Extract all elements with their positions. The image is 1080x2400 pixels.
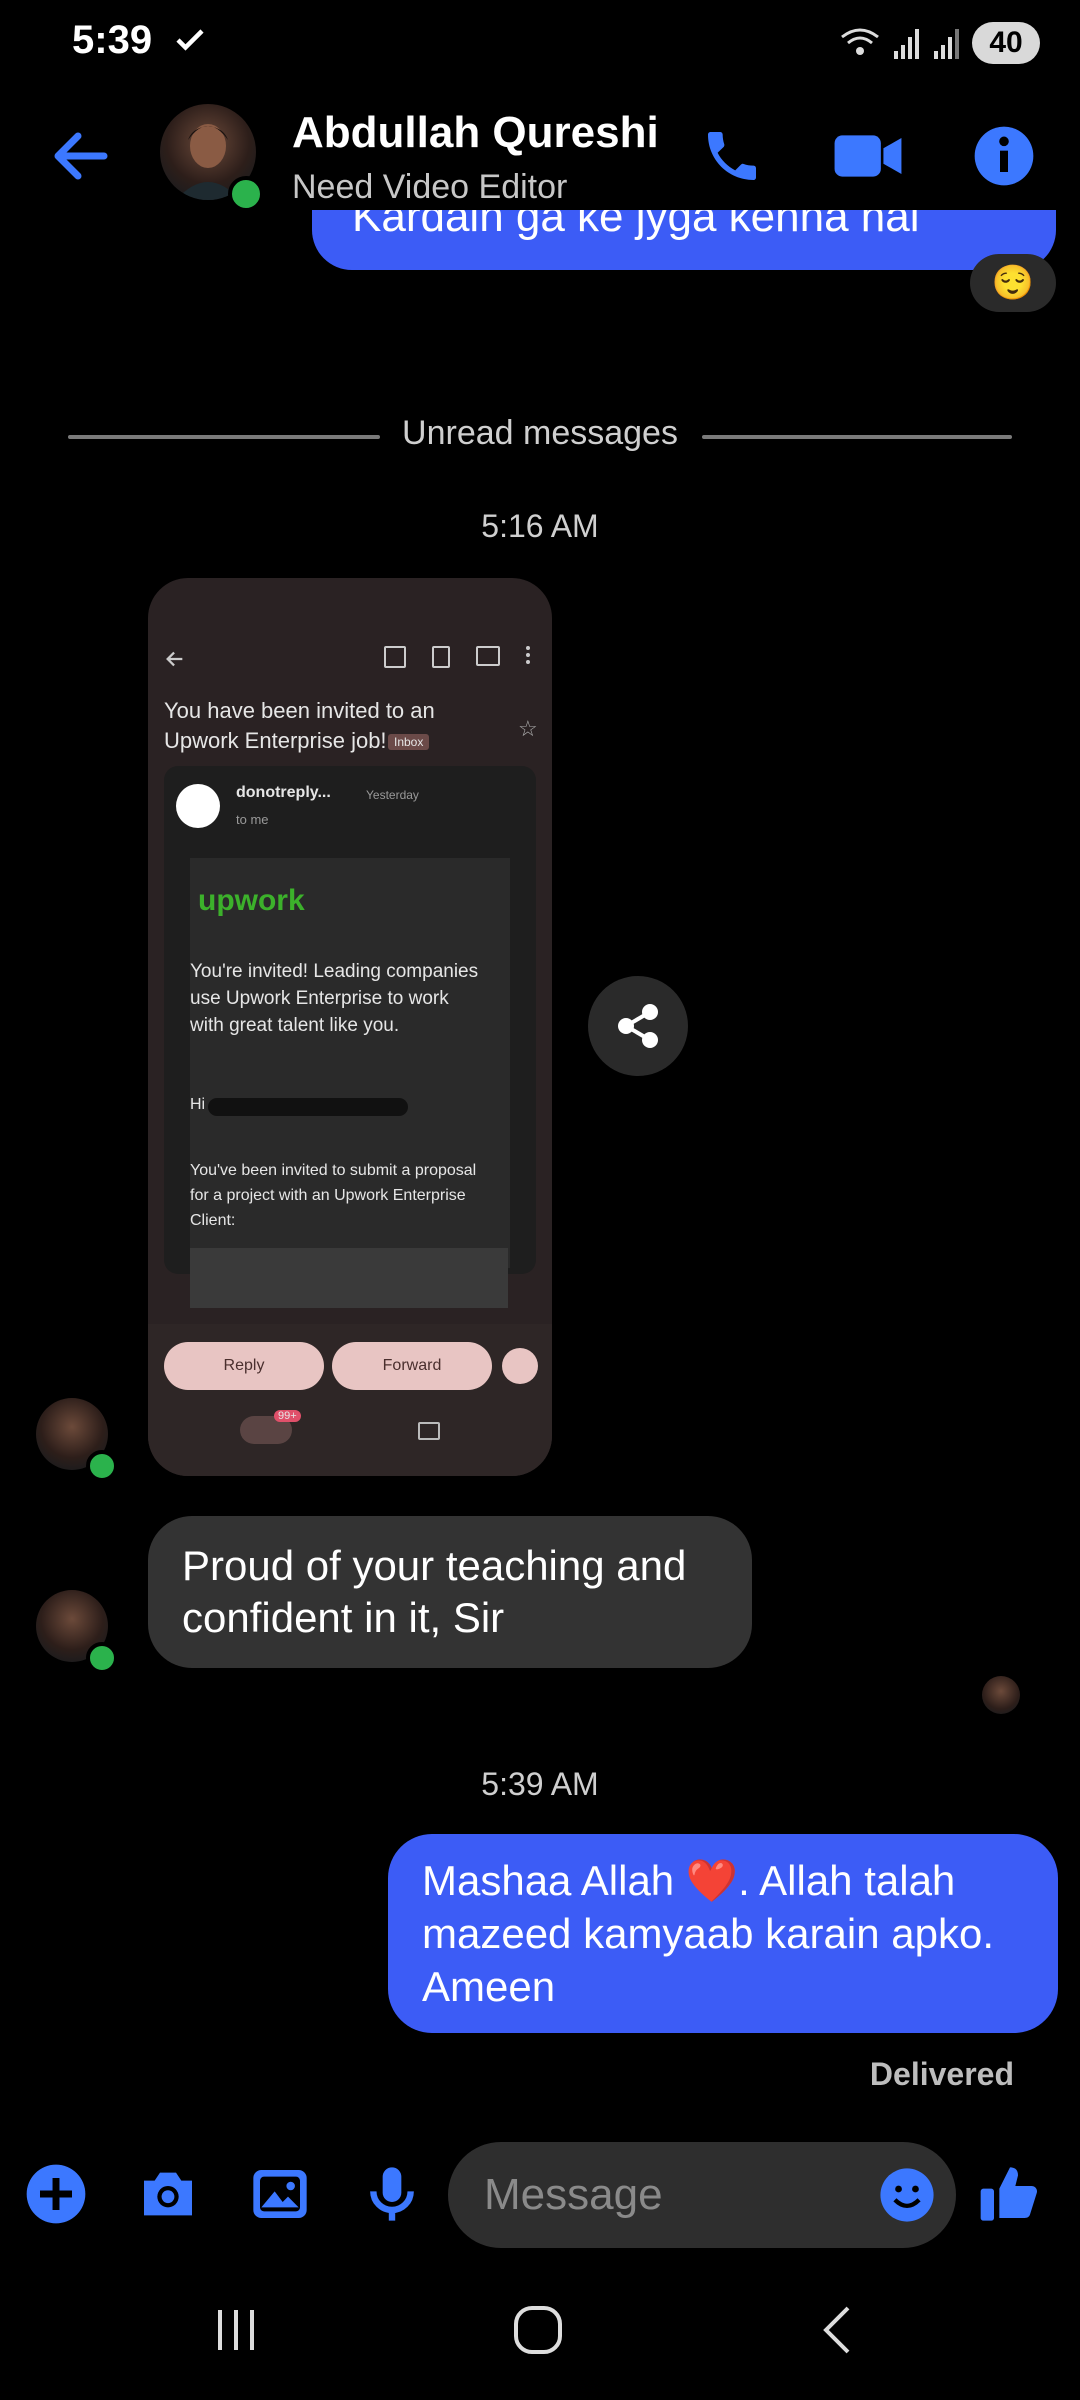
gallery-icon[interactable] <box>248 2162 312 2226</box>
phone-icon[interactable] <box>700 124 764 188</box>
unread-messages-label: Unread messages <box>402 414 678 452</box>
shot-emoji-icon <box>502 1348 538 1384</box>
contact-subtitle: Need Video Editor <box>292 168 568 206</box>
shared-screenshot-image[interactable]: You have been invited to an Upwork Enter… <box>148 578 552 1476</box>
back-nav-icon[interactable] <box>810 2300 870 2360</box>
previous-outgoing-message[interactable]: Kardain ga ke jyga kehna hai <box>312 210 1056 270</box>
online-status-dot <box>86 1642 118 1674</box>
battery-indicator: 40 <box>972 22 1040 64</box>
recent-apps-icon[interactable] <box>206 2300 266 2360</box>
upwork-logo-icon <box>176 784 220 828</box>
like-icon[interactable] <box>978 2162 1042 2226</box>
incoming-message-bubble[interactable]: Proud of your teaching and confident in … <box>148 1516 752 1668</box>
check-icon <box>176 29 204 51</box>
emoji-icon[interactable] <box>878 2166 936 2224</box>
shot-toolbar <box>384 646 534 668</box>
timestamp: 5:16 AM <box>481 508 599 544</box>
home-icon[interactable] <box>508 2300 568 2360</box>
online-status-dot <box>228 176 264 212</box>
archive-icon <box>384 646 406 668</box>
microphone-icon[interactable] <box>360 2162 424 2226</box>
info-icon[interactable] <box>972 124 1036 188</box>
delivery-status: Delivered <box>869 2056 1014 2092</box>
shot-project-box <box>190 1248 508 1308</box>
shot-intro: You're invited! Leading companies use Up… <box>190 961 479 1036</box>
shot-email-body: upwork You're invited! Leading companies… <box>190 858 510 1308</box>
add-icon[interactable] <box>24 2162 88 2226</box>
wifi-icon <box>841 28 879 55</box>
contact-name[interactable]: Abdullah Qureshi <box>292 108 659 158</box>
shot-greeting: Hi <box>190 1096 206 1113</box>
shot-badge: 99+ <box>274 1410 301 1422</box>
shot-reply-button: Reply <box>164 1342 324 1390</box>
star-icon: ☆ <box>518 716 538 741</box>
status-icons: 40 <box>838 22 1040 64</box>
message-field[interactable] <box>448 2142 956 2248</box>
shot-meet-icon <box>418 1422 440 1440</box>
signal-icon-2 <box>934 29 959 59</box>
shot-back-icon <box>166 651 183 667</box>
camera-icon[interactable] <box>136 2162 200 2226</box>
message-input[interactable] <box>482 2162 846 2228</box>
shot-recipient: to me <box>236 812 269 827</box>
previous-message-text: Kardain ga ke jyga kehna hai <box>352 210 920 241</box>
more-icon <box>526 646 534 664</box>
share-button[interactable] <box>588 976 688 1076</box>
shot-label: Inbox <box>388 734 430 750</box>
shot-body: You've been invited to submit a proposal… <box>190 1162 477 1229</box>
redacted-name <box>208 1098 408 1116</box>
online-status-dot <box>86 1450 118 1482</box>
timestamp: 5:39 AM <box>481 1766 599 1802</box>
back-arrow-icon[interactable] <box>48 126 112 186</box>
outgoing-message-bubble[interactable]: Mashaa Allah ❤️. Allah talah mazeed kamy… <box>388 1834 1058 2033</box>
video-call-icon[interactable] <box>832 124 904 188</box>
shot-time: Yesterday <box>366 788 419 802</box>
status-time: 5:39 <box>72 18 153 62</box>
shot-forward-button: Forward <box>332 1342 492 1390</box>
shot-sender: donotreply... <box>236 784 331 801</box>
share-icon <box>618 1004 658 1048</box>
signal-icon <box>894 29 919 59</box>
shot-brand: upwork <box>198 884 305 917</box>
mail-icon <box>476 646 500 666</box>
delete-icon <box>432 646 450 668</box>
seen-avatar <box>982 1676 1020 1714</box>
message-reaction[interactable]: 😌 <box>970 254 1056 312</box>
